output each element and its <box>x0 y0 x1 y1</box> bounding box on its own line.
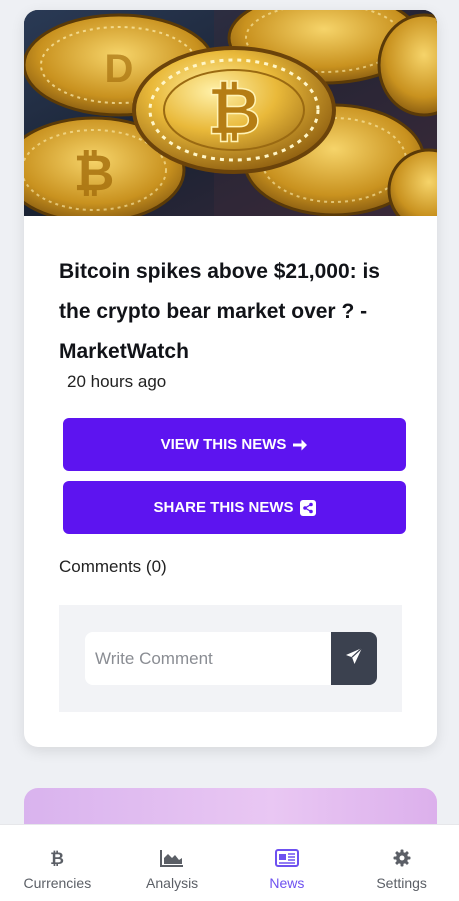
svg-text:₿: ₿ <box>50 849 64 867</box>
share-icon <box>299 499 316 516</box>
news-image[interactable]: ₿ ₿ D <box>24 10 437 216</box>
bitcoin-icon: ₿ <box>50 847 64 869</box>
view-news-label: VIEW THIS NEWS <box>160 436 287 453</box>
share-news-label: SHARE THIS NEWS <box>153 499 294 516</box>
nav-label-currencies: Currencies <box>23 875 92 891</box>
svg-text:D: D <box>105 47 134 91</box>
comment-input[interactable] <box>85 632 331 685</box>
news-card: ₿ ₿ D Bitcoin spikes above $21,000: is t… <box>24 10 437 747</box>
nav-item-settings[interactable]: Settings <box>344 825 459 901</box>
bottom-navigation: ₿ Currencies Analysis News Settings <box>0 824 459 901</box>
nav-item-analysis[interactable]: Analysis <box>115 825 230 901</box>
nav-label-analysis: Analysis <box>146 875 199 891</box>
gear-icon <box>393 847 411 869</box>
svg-text:₿: ₿ <box>74 145 115 201</box>
nav-item-news[interactable]: News <box>230 825 345 901</box>
news-timestamp: 20 hours ago <box>67 372 167 391</box>
news-title: Bitcoin spikes above $21,000: is the cry… <box>59 260 380 363</box>
newspaper-icon <box>274 847 299 869</box>
view-news-button[interactable]: VIEW THIS NEWS <box>63 418 406 471</box>
nav-label-news: News <box>269 875 305 891</box>
nav-label-settings: Settings <box>376 875 427 891</box>
arrow-right-icon <box>292 438 308 452</box>
comment-form <box>59 605 402 712</box>
share-news-button[interactable]: SHARE THIS NEWS <box>63 481 406 534</box>
svg-text:₿: ₿ <box>207 74 261 148</box>
send-comment-button[interactable] <box>331 632 377 685</box>
comments-count: Comments (0) <box>59 557 167 576</box>
nav-item-currencies[interactable]: ₿ Currencies <box>0 825 115 901</box>
area-chart-icon <box>160 847 184 869</box>
paper-plane-icon <box>345 647 363 670</box>
